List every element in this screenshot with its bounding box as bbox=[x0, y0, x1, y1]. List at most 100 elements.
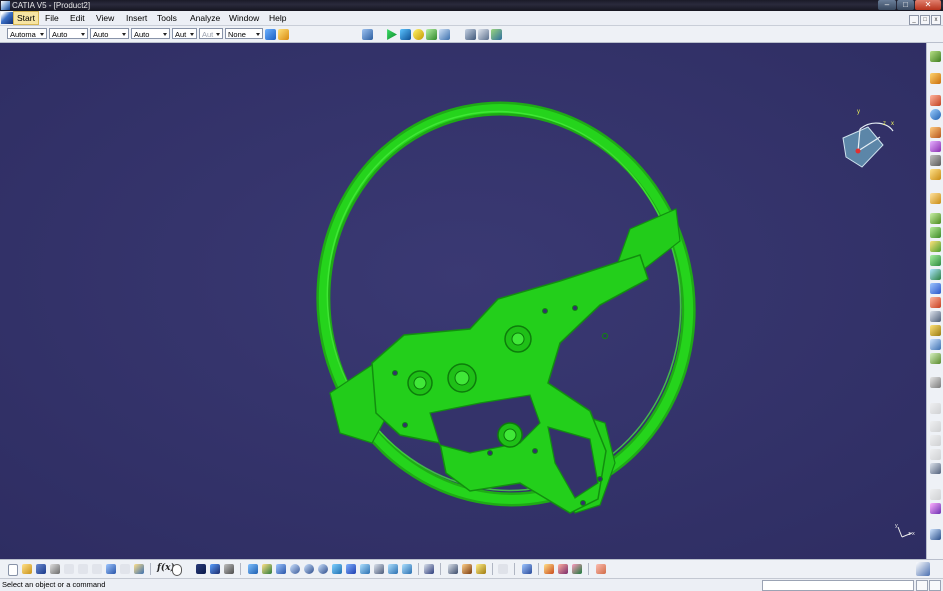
paste-icon[interactable] bbox=[92, 564, 102, 574]
menu-view[interactable]: View bbox=[93, 11, 117, 25]
save-icon[interactable] bbox=[36, 564, 46, 574]
info-icon[interactable] bbox=[930, 109, 941, 120]
measure-item-icon[interactable] bbox=[462, 564, 472, 574]
view-mode-icon[interactable] bbox=[424, 564, 434, 574]
offset-constraint-icon[interactable] bbox=[930, 283, 941, 294]
maximize-button[interactable]: □ bbox=[897, 0, 914, 10]
existing-component-icon[interactable] bbox=[930, 127, 941, 138]
angle-constraint-icon[interactable] bbox=[930, 297, 941, 308]
sectioning-icon[interactable] bbox=[930, 529, 941, 540]
measure-between-icon[interactable] bbox=[448, 564, 458, 574]
cycle-icon[interactable] bbox=[400, 29, 411, 40]
manipulation-icon[interactable] bbox=[930, 193, 941, 204]
fix-component-icon[interactable] bbox=[930, 311, 941, 322]
quick-constraint-icon[interactable] bbox=[930, 339, 941, 350]
apply-material-icon[interactable] bbox=[558, 564, 568, 574]
multi-view-icon[interactable] bbox=[346, 564, 356, 574]
redo-icon[interactable] bbox=[120, 564, 130, 574]
macro-icon[interactable] bbox=[596, 564, 606, 574]
fly-icon[interactable] bbox=[248, 564, 258, 574]
save-management-icon[interactable] bbox=[465, 29, 476, 40]
catia-app-icon[interactable] bbox=[1, 1, 10, 10]
scene-icon[interactable] bbox=[522, 564, 532, 574]
sheet-icon[interactable] bbox=[478, 29, 489, 40]
swap-visible-space-icon[interactable] bbox=[402, 564, 412, 574]
doc-restore-button[interactable]: □ bbox=[920, 15, 930, 25]
doc-minimize-button[interactable]: _ bbox=[909, 15, 919, 25]
color-combo[interactable]: Automa bbox=[7, 28, 47, 39]
space-analysis-icon[interactable] bbox=[930, 489, 941, 500]
change-constraint-icon[interactable] bbox=[930, 377, 941, 388]
cut-icon[interactable] bbox=[64, 564, 74, 574]
line-thickness-combo[interactable]: Auto bbox=[90, 28, 129, 39]
bill-of-material-icon[interactable] bbox=[544, 564, 554, 574]
comment-icon[interactable] bbox=[172, 564, 182, 576]
menu-window[interactable]: Window bbox=[226, 11, 262, 25]
format-painter-icon[interactable] bbox=[265, 29, 276, 40]
flexible-subassembly-icon[interactable] bbox=[930, 353, 941, 364]
explode-icon[interactable] bbox=[930, 227, 941, 238]
minimize-button[interactable]: – bbox=[878, 0, 896, 10]
fix-together-icon[interactable] bbox=[930, 325, 941, 336]
transparency-combo[interactable]: Auto bbox=[49, 28, 88, 39]
hide-show-icon[interactable] bbox=[388, 564, 398, 574]
remove-icon[interactable] bbox=[930, 449, 941, 460]
snap-icon[interactable] bbox=[930, 213, 941, 224]
new-file-icon[interactable] bbox=[8, 564, 18, 576]
rendering-style-combo[interactable]: Aut bbox=[199, 28, 223, 39]
replace-component-icon[interactable] bbox=[930, 141, 941, 152]
hole-icon[interactable] bbox=[930, 421, 941, 432]
clash-icon[interactable] bbox=[930, 503, 941, 514]
generate-numbering-icon[interactable] bbox=[930, 169, 941, 180]
pan-icon[interactable] bbox=[276, 564, 286, 574]
menu-help[interactable]: Help bbox=[266, 11, 289, 25]
grid-icon[interactable] bbox=[224, 564, 234, 574]
new-product-icon[interactable] bbox=[930, 95, 941, 106]
knowledge-icon[interactable] bbox=[498, 564, 508, 574]
doc-close-button[interactable]: x bbox=[931, 15, 941, 25]
copy-icon[interactable] bbox=[78, 564, 88, 574]
menu-edit[interactable]: Edit bbox=[67, 11, 88, 25]
coincidence-constraint-icon[interactable] bbox=[930, 255, 941, 266]
menu-file[interactable]: File bbox=[42, 11, 62, 25]
fit-all-in-icon[interactable] bbox=[262, 564, 272, 574]
isometric-view-icon[interactable] bbox=[360, 564, 370, 574]
undo-icon[interactable] bbox=[106, 564, 116, 574]
power-input-field[interactable] bbox=[762, 580, 914, 591]
close-button[interactable]: ✕ bbox=[915, 0, 941, 10]
print-icon[interactable] bbox=[50, 564, 60, 574]
split-icon[interactable] bbox=[930, 403, 941, 414]
shading-icon[interactable] bbox=[374, 564, 384, 574]
3d-viewport[interactable]: y z x y z x bbox=[0, 43, 925, 559]
zoom-out-icon[interactable] bbox=[318, 564, 328, 574]
sheet-table-icon[interactable] bbox=[196, 564, 206, 574]
menu-analyze[interactable]: Analyze bbox=[187, 11, 223, 25]
status-button-1[interactable] bbox=[916, 580, 928, 591]
graph-tree-reordering-icon[interactable] bbox=[930, 155, 941, 166]
measure-inertia-icon[interactable] bbox=[476, 564, 486, 574]
rotate-icon[interactable] bbox=[290, 564, 300, 574]
light-bulb-icon[interactable] bbox=[413, 29, 424, 40]
measure-icon[interactable] bbox=[439, 29, 450, 40]
menu-tools[interactable]: Tools bbox=[154, 11, 180, 25]
stop-manipulate-icon[interactable] bbox=[930, 241, 941, 252]
workbench-icon[interactable] bbox=[930, 51, 941, 62]
properties-painter-icon[interactable] bbox=[278, 29, 289, 40]
menu-start[interactable]: Start bbox=[13, 11, 39, 25]
update-icon[interactable] bbox=[362, 29, 373, 40]
point-symbol-combo[interactable]: Aut bbox=[172, 28, 197, 39]
menu-insert[interactable]: Insert bbox=[123, 11, 150, 25]
simulation-play-icon[interactable] bbox=[387, 29, 397, 40]
tree-expand-icon[interactable] bbox=[491, 29, 502, 40]
contact-constraint-icon[interactable] bbox=[930, 269, 941, 280]
new-component-icon[interactable] bbox=[930, 73, 941, 84]
layer-combo[interactable]: None bbox=[225, 28, 263, 39]
normal-view-icon[interactable] bbox=[332, 564, 342, 574]
pocket-icon[interactable] bbox=[930, 435, 941, 446]
fly-mode-icon[interactable] bbox=[210, 564, 220, 574]
zoom-in-icon[interactable] bbox=[304, 564, 314, 574]
add-icon[interactable] bbox=[930, 463, 941, 474]
whats-this-icon[interactable] bbox=[134, 564, 144, 574]
open-folder-icon[interactable] bbox=[22, 564, 32, 574]
status-button-2[interactable] bbox=[929, 580, 941, 591]
